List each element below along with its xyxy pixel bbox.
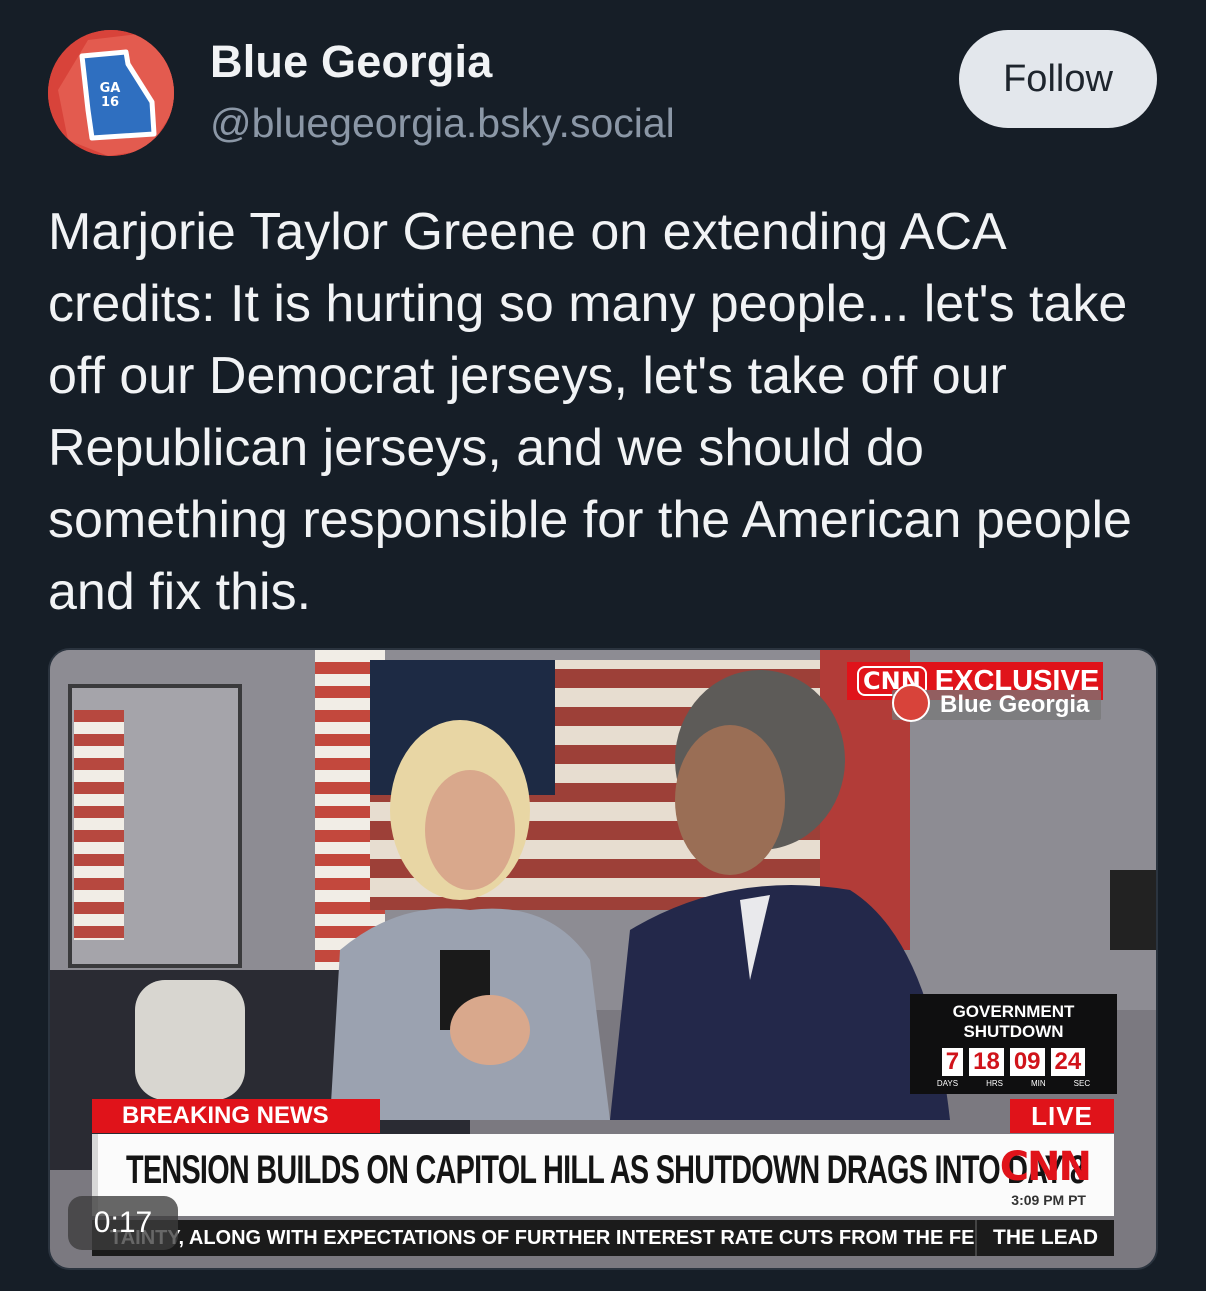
clock-minutes: 09 — [1009, 1048, 1045, 1076]
air-time: 3:09 PM PT — [1011, 1192, 1086, 1208]
author-avatar[interactable]: GA 16 — [48, 30, 174, 156]
breaking-news-label: BREAKING NEWS — [92, 1099, 380, 1133]
follow-button[interactable]: Follow — [959, 30, 1157, 128]
georgia-map-icon: GA 16 — [48, 30, 174, 156]
show-name: THE LEAD — [975, 1220, 1114, 1256]
clock-unit-days: DAYS — [936, 1079, 959, 1088]
clock-units: DAYS HRS MIN SEC — [910, 1079, 1117, 1088]
clock-unit-seconds: SEC — [1073, 1079, 1091, 1088]
author-handle[interactable]: @bluegeorgia.bsky.social — [210, 100, 675, 147]
clock-digits: 7 18 09 24 — [910, 1048, 1117, 1076]
video-timestamp: 0:17 — [68, 1196, 178, 1250]
channel-watermark-label: Blue Georgia — [940, 691, 1090, 718]
ticker-text: TAINTY, ALONG WITH EXPECTATIONS OF FURTH… — [110, 1226, 975, 1249]
clock-hours: 18 — [969, 1048, 1004, 1076]
video-player[interactable]: CNN EXCLUSIVE Blue Georgia GOVERNMENT SH… — [48, 648, 1158, 1270]
channel-badge-icon — [892, 684, 930, 722]
clock-seconds: 24 — [1050, 1048, 1086, 1076]
live-badge: LIVE — [1010, 1099, 1114, 1133]
news-ticker: TAINTY, ALONG WITH EXPECTATIONS OF FURTH… — [92, 1220, 1114, 1256]
shutdown-clock: GOVERNMENT SHUTDOWN 7 18 09 24 DAYS HRS … — [910, 994, 1117, 1094]
svg-text:16: 16 — [101, 95, 119, 110]
clock-days: 7 — [941, 1048, 964, 1076]
svg-text:GA: GA — [100, 81, 121, 96]
headline-text: TENSION BUILDS ON CAPITOL HILL AS SHUTDO… — [126, 1148, 1086, 1192]
headline-chyron: TENSION BUILDS ON CAPITOL HILL AS SHUTDO… — [92, 1134, 1114, 1216]
clock-title-line1: GOVERNMENT — [952, 1002, 1075, 1021]
clock-title-line2: SHUTDOWN — [963, 1022, 1064, 1041]
author-display-name[interactable]: Blue Georgia — [210, 36, 492, 88]
clock-unit-hours: HRS — [986, 1079, 1003, 1088]
post-text: Marjorie Taylor Greene on extending ACA … — [48, 203, 1132, 621]
clock-unit-minutes: MIN — [1030, 1079, 1046, 1088]
cnn-logo: CNN — [999, 1144, 1092, 1190]
